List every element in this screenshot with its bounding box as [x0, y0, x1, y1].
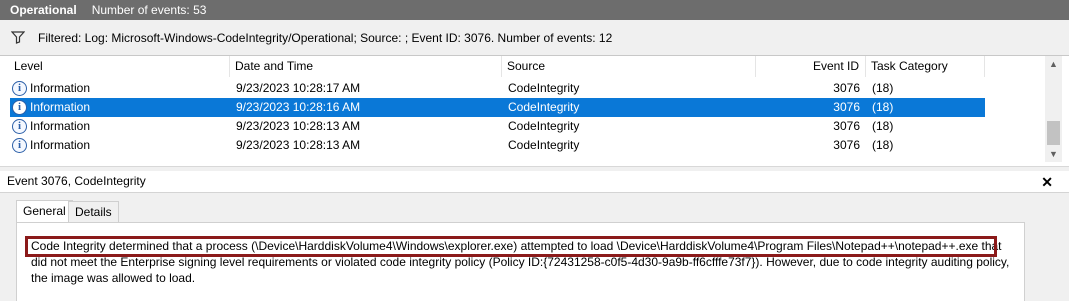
cell-event-id: 3076 [833, 81, 860, 95]
cell-level: Information [30, 138, 91, 152]
event-detail-title: Event 3076, CodeIntegrity ✕ [0, 171, 1069, 193]
log-name: Operational [10, 3, 77, 17]
cell-source: CodeIntegrity [508, 138, 580, 152]
log-titlebar: Operational Number of events: 53 [0, 0, 1069, 20]
filter-text: Filtered: Log: Microsoft-Windows-CodeInt… [38, 30, 613, 45]
column-header-task-category[interactable]: Task Category [866, 56, 985, 77]
cell-event-id: 3076 [833, 138, 860, 152]
cell-task-category: (18) [872, 119, 894, 133]
table-header: Level Date and Time Source Event ID Task… [0, 56, 1045, 77]
information-icon: i [12, 100, 27, 115]
column-header-event-id[interactable]: Event ID [756, 56, 866, 77]
cell-source: CodeIntegrity [508, 119, 580, 133]
event-message-line: the image was allowed to load. [31, 271, 196, 285]
table-row[interactable]: i Information 9/23/2023 10:28:16 AM CodeInt… [10, 98, 985, 117]
general-tab-panel: Code Integrity determined that a process… [16, 222, 1025, 301]
tab-general[interactable]: General [16, 200, 73, 224]
cell-task-category: (18) [872, 138, 894, 152]
column-header-source[interactable]: Source [502, 56, 756, 77]
cell-source: CodeIntegrity [508, 100, 580, 114]
column-header-datetime[interactable]: Date and Time [230, 56, 502, 77]
cell-datetime: 9/23/2023 10:28:17 AM [236, 81, 361, 95]
information-icon: i [12, 138, 27, 153]
scroll-down-icon[interactable]: ▼ [1045, 146, 1062, 162]
scroll-up-icon[interactable]: ▲ [1045, 56, 1062, 72]
cell-level: Information [30, 81, 91, 95]
information-icon: i [12, 81, 27, 96]
scroll-thumb[interactable] [1047, 121, 1060, 145]
cell-datetime: 9/23/2023 10:28:16 AM [236, 100, 361, 114]
cell-event-id: 3076 [833, 100, 860, 114]
cell-task-category: (18) [872, 81, 894, 95]
highlight-annotation-box [25, 236, 997, 257]
table-row[interactable]: i Information 9/23/2023 10:28:13 AM CodeInt… [10, 136, 985, 155]
information-icon: i [12, 119, 27, 134]
table-scrollbar[interactable]: ▲ ▼ [1045, 56, 1062, 162]
cell-event-id: 3076 [833, 119, 860, 133]
filter-icon [11, 31, 25, 44]
event-detail-title-text: Event 3076, CodeIntegrity [7, 174, 146, 188]
filter-bar: Filtered: Log: Microsoft-Windows-CodeInt… [0, 20, 1069, 56]
column-header-level[interactable]: Level [9, 56, 230, 77]
event-count: Number of events: 53 [91, 3, 207, 17]
cell-level: Information [30, 100, 91, 114]
cell-task-category: (18) [872, 100, 894, 114]
close-icon[interactable]: ✕ [1041, 172, 1053, 192]
tab-details[interactable]: Details [68, 201, 119, 224]
table-row[interactable]: i Information 9/23/2023 10:28:13 AM CodeInt… [10, 117, 985, 136]
table-row[interactable]: i Information 9/23/2023 10:28:17 AM CodeInt… [10, 79, 985, 98]
cell-datetime: 9/23/2023 10:28:13 AM [236, 138, 361, 152]
events-table: Level Date and Time Source Event ID Task… [0, 56, 1069, 162]
cell-datetime: 9/23/2023 10:28:13 AM [236, 119, 361, 133]
cell-level: Information [30, 119, 91, 133]
cell-source: CodeIntegrity [508, 81, 580, 95]
